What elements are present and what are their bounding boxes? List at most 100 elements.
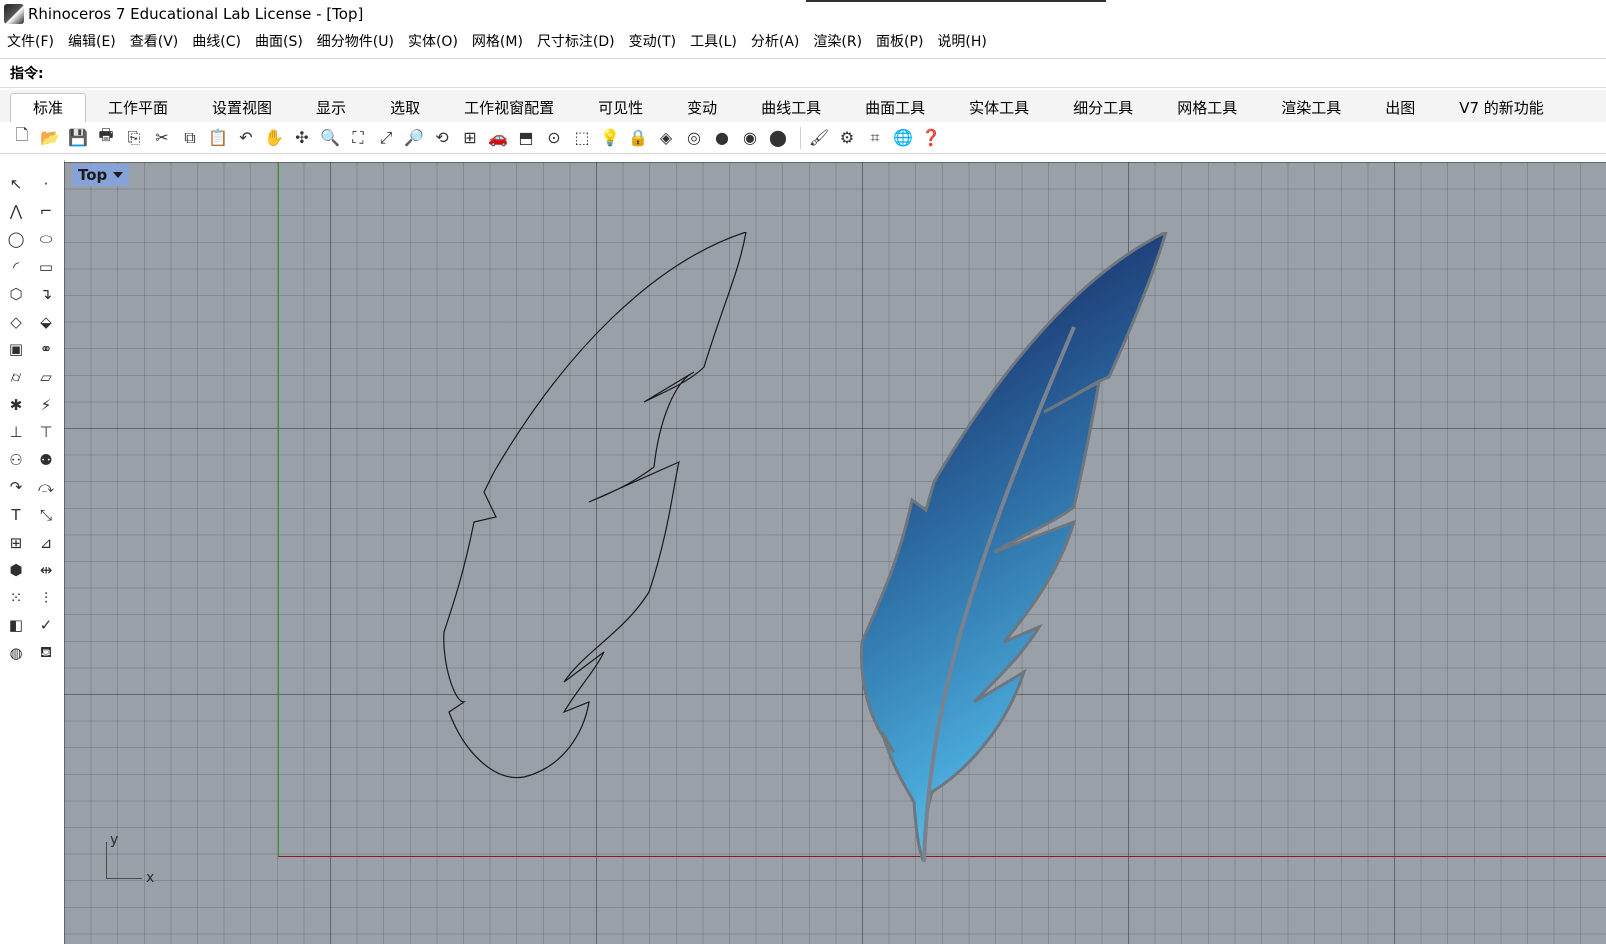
analyze-icon[interactable]: ◧ <box>2 612 30 640</box>
tab-visibility[interactable]: 可见性 <box>576 94 665 122</box>
point-icon[interactable]: · <box>32 170 60 198</box>
pan-hand-icon[interactable]: ✋ <box>262 126 286 150</box>
feather-outline-curve[interactable] <box>424 232 784 792</box>
cut-icon[interactable]: ✂ <box>150 126 174 150</box>
menu-file[interactable]: 文件(F) <box>0 31 61 51</box>
four-viewports-icon[interactable]: ⊞ <box>458 126 482 150</box>
globe-icon[interactable]: 🌐 <box>891 126 915 150</box>
copy-icon[interactable]: ⧉ <box>178 126 202 150</box>
tab-viewport-layout[interactable]: 工作视窗配置 <box>442 94 576 122</box>
gumball-axis-icon[interactable]: ⫶ <box>32 584 60 612</box>
command-input[interactable] <box>49 62 1606 84</box>
array-icon[interactable]: ⊞ <box>2 529 30 557</box>
zoom-extents-icon[interactable]: ⤢ <box>374 126 398 150</box>
shaded-sphere-icon[interactable]: ● <box>710 126 734 150</box>
trim-icon[interactable]: ⊥ <box>2 418 30 446</box>
save-icon[interactable]: 💾 <box>66 126 90 150</box>
rendered-sphere-icon[interactable]: ◉ <box>738 126 762 150</box>
gumball-icon[interactable]: ⌗ <box>863 126 887 150</box>
menu-view[interactable]: 查看(V) <box>123 31 186 51</box>
feather-textured-surface[interactable] <box>854 232 1174 862</box>
blend-curve-icon[interactable]: ⤼ <box>32 474 60 502</box>
tab-transform[interactable]: 变动 <box>665 94 739 122</box>
split-icon[interactable]: ⚡ <box>32 391 60 419</box>
paste-icon[interactable]: 📋 <box>206 126 230 150</box>
zoom-icon[interactable]: 🔍 <box>318 126 342 150</box>
render-sphere-icon[interactable]: ⬤ <box>766 126 790 150</box>
polyline-icon[interactable]: ⋀ <box>2 198 30 226</box>
tab-surface-tools[interactable]: 曲面工具 <box>843 94 947 122</box>
curve-icon[interactable]: ⌐ <box>32 198 60 226</box>
help-icon[interactable]: ❓ <box>919 126 943 150</box>
named-view-icon[interactable]: 🚗 <box>486 126 510 150</box>
brush-icon[interactable]: 🖌 <box>807 126 831 150</box>
surface-corner-icon[interactable]: ◇ <box>2 308 30 336</box>
mesh-plane-icon[interactable]: ▱ <box>32 363 60 391</box>
menu-analyze[interactable]: 分析(A) <box>744 31 807 51</box>
text-icon[interactable]: T <box>2 501 30 529</box>
menu-panels[interactable]: 面板(P) <box>869 31 930 51</box>
tab-curve-tools[interactable]: 曲线工具 <box>739 94 843 122</box>
menu-transform[interactable]: 变动(T) <box>622 31 683 51</box>
tab-mesh-tools[interactable]: 网格工具 <box>1155 94 1259 122</box>
arc-icon[interactable]: ◜ <box>2 253 30 281</box>
block-icon[interactable]: ⬢ <box>2 556 30 584</box>
tab-subd-tools[interactable]: 细分工具 <box>1051 94 1155 122</box>
grid-array-icon[interactable]: ⁙ <box>2 584 30 612</box>
group-icon[interactable]: ⚇ <box>2 446 30 474</box>
render-object-icon[interactable]: ◍ <box>2 639 30 667</box>
open-folder-icon[interactable]: 📂 <box>38 126 62 150</box>
dimension-icon[interactable]: ⊿ <box>32 529 60 557</box>
tab-set-view[interactable]: 设置视图 <box>190 94 294 122</box>
loft-icon[interactable]: ⬙ <box>32 308 60 336</box>
menu-tools[interactable]: 工具(L) <box>683 31 744 51</box>
menu-curve[interactable]: 曲线(C) <box>185 31 248 51</box>
ellipse-icon[interactable]: ⬭ <box>32 225 60 253</box>
viewport-title-tab[interactable]: Top <box>72 164 130 186</box>
tab-new-in-v7[interactable]: V7 的新功能 <box>1437 94 1566 122</box>
new-file-icon[interactable]: 🗋 <box>10 125 34 150</box>
print-icon[interactable]: 🖶 <box>94 125 118 150</box>
object-snap-icon[interactable]: ⊙ <box>542 126 566 150</box>
gear-icon[interactable]: ⚙ <box>835 126 859 150</box>
color-wheel-icon[interactable]: ◎ <box>682 126 706 150</box>
tab-display[interactable]: 显示 <box>294 94 368 122</box>
extend-icon[interactable]: ⊤ <box>32 418 60 446</box>
fillet-icon[interactable]: ↴ <box>32 280 60 308</box>
cylinder-icon[interactable]: ⌭ <box>2 363 30 391</box>
explode-icon[interactable]: ✱ <box>2 391 30 419</box>
cplane-icon[interactable]: ⬒ <box>514 126 538 150</box>
zoom-selected-icon[interactable]: 🔎 <box>402 126 426 150</box>
boolean-icon[interactable]: ⚭ <box>32 336 60 364</box>
ungroup-icon[interactable]: ⚉ <box>32 446 60 474</box>
rotate-view-icon[interactable]: ✣ <box>290 126 314 150</box>
tab-drafting[interactable]: 出图 <box>1363 94 1437 122</box>
import-icon[interactable]: ⎘ <box>122 126 146 150</box>
menu-subd[interactable]: 细分物件(U) <box>310 31 401 51</box>
chevron-down-icon[interactable] <box>113 172 124 178</box>
tab-select[interactable]: 选取 <box>368 94 442 122</box>
menu-solid[interactable]: 实体(O) <box>401 31 465 51</box>
scale-icon[interactable]: ⤡ <box>32 501 60 529</box>
tab-cplanes[interactable]: 工作平面 <box>86 94 190 122</box>
select-arrow-icon[interactable]: ↖ <box>2 170 30 198</box>
polygon-icon[interactable]: ⬡ <box>2 280 30 308</box>
viewport-top[interactable]: Top y x <box>64 162 1606 944</box>
menu-edit[interactable]: 编辑(E) <box>61 31 123 51</box>
paint-bucket-icon[interactable]: ⛾ <box>32 639 60 667</box>
lock-icon[interactable]: 🔒 <box>626 126 650 150</box>
layer-icon[interactable]: ◈ <box>654 126 678 150</box>
rectangle-icon[interactable]: ▭ <box>32 253 60 281</box>
tab-render-tools[interactable]: 渲染工具 <box>1259 94 1363 122</box>
select-icon[interactable]: ⬚ <box>570 126 594 150</box>
check-icon[interactable]: ✓ <box>32 612 60 640</box>
circle-icon[interactable]: ◯ <box>2 225 30 253</box>
offset-icon[interactable]: ↷ <box>2 474 30 502</box>
tab-standard[interactable]: 标准 <box>10 93 87 122</box>
tab-solid-tools[interactable]: 实体工具 <box>947 94 1051 122</box>
menu-help[interactable]: 说明(H) <box>930 31 993 51</box>
undo-icon[interactable]: ↶ <box>234 126 258 150</box>
box-icon[interactable]: ▣ <box>2 336 30 364</box>
zoom-window-icon[interactable]: ⛶ <box>346 126 370 150</box>
menu-dimension[interactable]: 尺寸标注(D) <box>530 31 622 51</box>
